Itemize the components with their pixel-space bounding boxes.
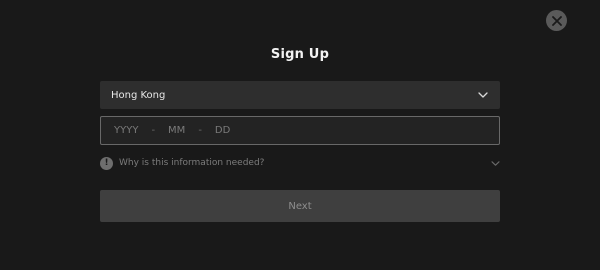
- birthdate-field[interactable]: YYYY - MM - DD: [100, 116, 500, 145]
- country-select[interactable]: Hong Kong: [100, 81, 500, 109]
- date-separator: -: [151, 125, 156, 136]
- close-button[interactable]: [546, 10, 567, 31]
- month-placeholder[interactable]: MM: [168, 125, 185, 136]
- info-icon: !: [100, 156, 113, 170]
- date-separator: -: [198, 125, 202, 136]
- country-value: Hong Kong: [111, 89, 166, 101]
- year-placeholder[interactable]: YYYY: [114, 125, 138, 136]
- chevron-down-icon: [478, 92, 488, 98]
- close-icon: [551, 15, 562, 26]
- info-text: Why is this information needed?: [119, 158, 265, 168]
- info-disclosure[interactable]: ! Why is this information needed?: [100, 155, 500, 171]
- next-button[interactable]: Next: [100, 190, 500, 222]
- chevron-down-icon: [491, 160, 500, 166]
- signup-dialog: Sign Up Hong Kong YYYY - MM - DD ! Why i…: [0, 0, 600, 270]
- day-placeholder[interactable]: DD: [215, 125, 230, 136]
- dialog-title: Sign Up: [270, 47, 330, 62]
